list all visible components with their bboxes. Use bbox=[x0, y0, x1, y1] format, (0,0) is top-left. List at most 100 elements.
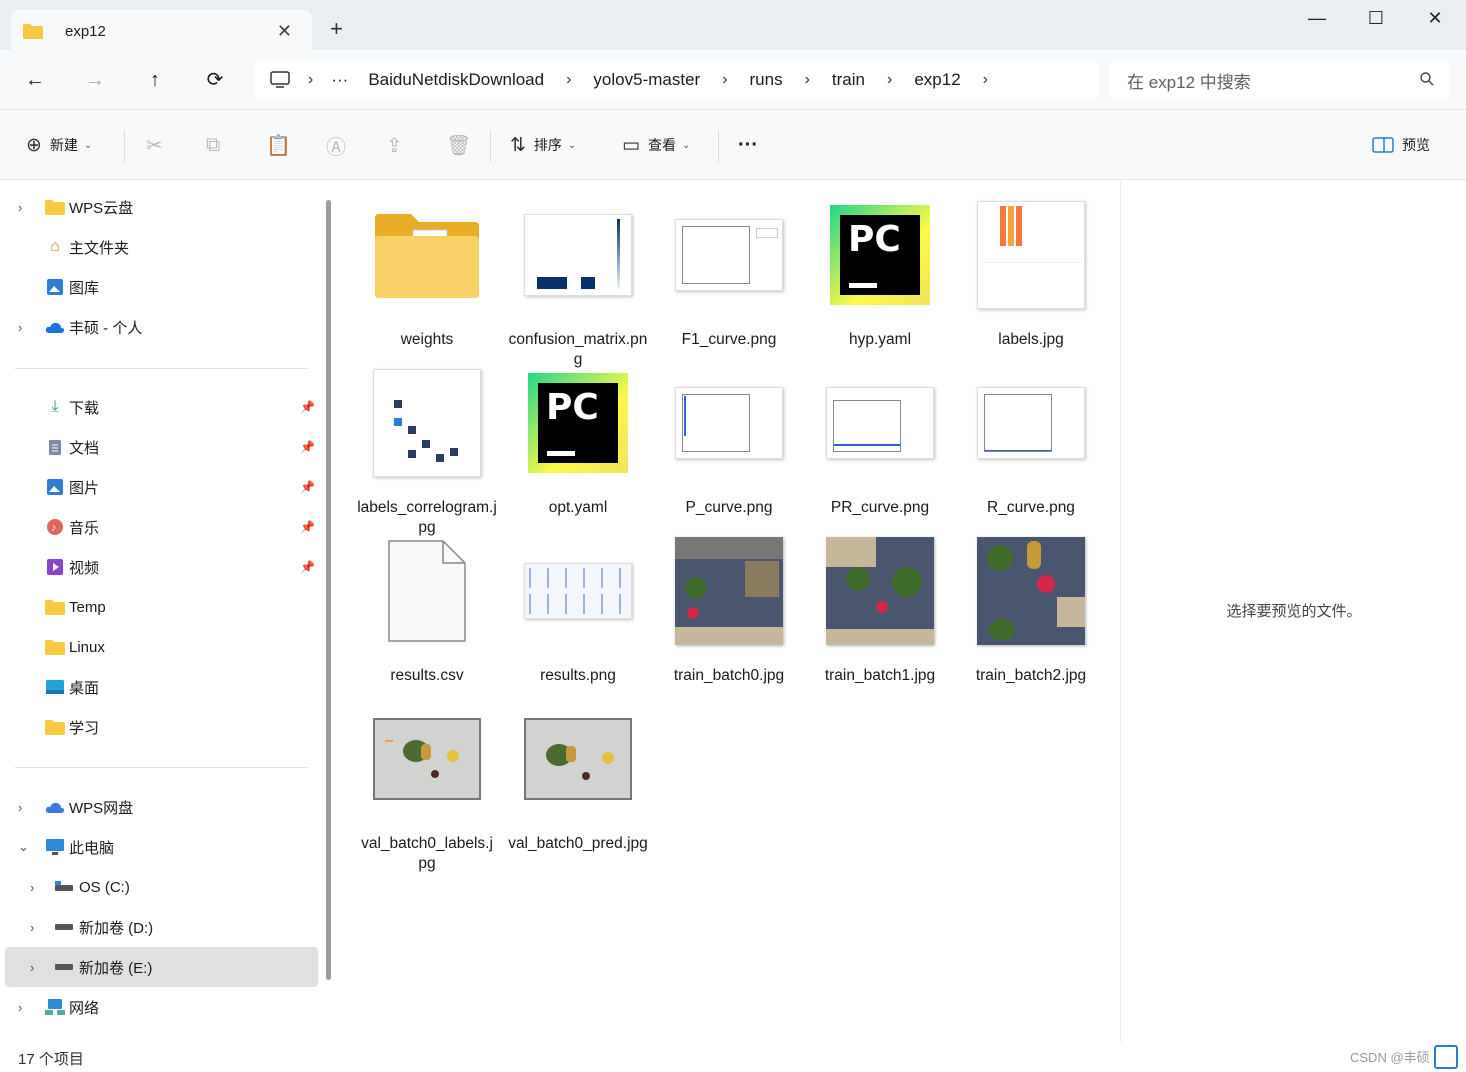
chevron-right-icon[interactable]: › bbox=[30, 880, 34, 895]
sidebar-item-this-pc[interactable]: ⌄ 此电脑 bbox=[0, 827, 318, 867]
breadcrumb-item[interactable]: BaiduNetdiskDownload bbox=[368, 70, 544, 90]
sidebar-item-drive-d[interactable]: › 新加卷 (D:) bbox=[0, 907, 318, 947]
sort-button[interactable]: ⇅ 排序 ⌄ bbox=[510, 110, 576, 180]
chevron-right-icon: › bbox=[982, 71, 988, 88]
sidebar-item-label: Linux bbox=[69, 638, 105, 656]
tab-close-icon[interactable]: ✕ bbox=[277, 21, 292, 42]
sidebar-item-label: 音乐 bbox=[69, 519, 100, 537]
breadcrumb-more[interactable]: ··· bbox=[331, 70, 348, 90]
tab-exp12[interactable]: exp12 ✕ bbox=[11, 10, 312, 52]
sidebar-scrollbar[interactable] bbox=[326, 200, 331, 980]
sidebar-item-onedrive[interactable]: › 丰硕 - 个人 bbox=[0, 307, 318, 347]
up-button[interactable]: ↑ bbox=[140, 67, 170, 93]
cloud-icon bbox=[44, 797, 66, 817]
breadcrumb-item[interactable]: runs bbox=[750, 70, 783, 90]
drive-icon bbox=[53, 957, 75, 977]
image-thumbnail bbox=[674, 536, 784, 646]
view-button[interactable]: ▭ 查看 ⌄ bbox=[622, 110, 690, 180]
pin-icon[interactable]: 📌 bbox=[300, 400, 315, 414]
sidebar-item-drive-c[interactable]: › OS (C:) bbox=[0, 867, 318, 907]
sidebar-item-label: 新加卷 (E:) bbox=[79, 959, 153, 977]
chevron-down-icon[interactable]: ⌄ bbox=[18, 839, 29, 855]
sidebar-item-network[interactable]: › 网络 bbox=[0, 987, 318, 1027]
close-button[interactable]: ✕ bbox=[1420, 8, 1450, 29]
sidebar-item-label: 下载 bbox=[69, 399, 100, 417]
preview-pane: 选择要预览的文件。 bbox=[1120, 180, 1466, 1042]
image-thumbnail bbox=[976, 200, 1086, 310]
sidebar-item-pictures[interactable]: 图片 📌 bbox=[0, 467, 318, 507]
sidebar-item-videos[interactable]: 视频 📌 bbox=[0, 547, 318, 587]
sort-label: 排序 bbox=[533, 137, 562, 153]
sidebar-item-drive-e[interactable]: › 新加卷 (E:) bbox=[5, 947, 318, 987]
chevron-right-icon[interactable]: › bbox=[18, 320, 22, 335]
new-button[interactable]: ⊕ 新建 ⌄ bbox=[26, 110, 92, 180]
delete-icon[interactable]: 🗑 bbox=[446, 133, 471, 158]
copy-icon[interactable]: ⧉ bbox=[206, 134, 220, 157]
watermark: CSDN @丰硕 bbox=[1350, 1050, 1430, 1065]
minimize-button[interactable]: — bbox=[1302, 8, 1332, 29]
divider bbox=[15, 767, 308, 768]
pin-icon[interactable]: 📌 bbox=[300, 520, 315, 534]
divider bbox=[718, 130, 719, 162]
title-bar: exp12 ✕ + — ☐ ✕ bbox=[0, 0, 1466, 52]
breadcrumb-item[interactable]: exp12 bbox=[914, 70, 960, 90]
tab-title: exp12 bbox=[65, 22, 106, 40]
chevron-right-icon[interactable]: › bbox=[18, 200, 22, 215]
sidebar-item-gallery[interactable]: 图库 bbox=[0, 267, 318, 307]
search-icon bbox=[1420, 72, 1434, 86]
sidebar-item-wps-drive[interactable]: › WPS网盘 bbox=[0, 787, 318, 827]
view-toggle-button[interactable] bbox=[1434, 1045, 1458, 1069]
new-tab-button[interactable]: + bbox=[330, 18, 343, 40]
paste-icon[interactable]: 📋 bbox=[266, 133, 291, 158]
new-label: 新建 bbox=[49, 137, 78, 153]
breadcrumb[interactable]: › ··· BaiduNetdiskDownload › yolov5-mast… bbox=[254, 60, 1099, 100]
chevron-right-icon: › bbox=[722, 71, 728, 88]
sidebar-item-label: 丰硕 - 个人 bbox=[69, 319, 143, 337]
sidebar-item-desktop[interactable]: 桌面 bbox=[0, 667, 318, 707]
more-button[interactable]: ··· bbox=[738, 110, 758, 180]
file-name: train_batch1.jpg bbox=[824, 667, 936, 684]
chevron-right-icon[interactable]: › bbox=[18, 1000, 22, 1015]
back-button[interactable]: ← bbox=[20, 67, 50, 93]
preview-button[interactable]: 预览 bbox=[1372, 110, 1430, 180]
sidebar-item-label: WPS网盘 bbox=[69, 799, 134, 817]
divider bbox=[124, 130, 125, 162]
sidebar-item-home[interactable]: ⌂ 主文件夹 bbox=[0, 227, 318, 267]
pycharm-icon: PC bbox=[523, 368, 633, 478]
view-icon: ▭ bbox=[622, 134, 640, 156]
sidebar-item-temp[interactable]: Temp bbox=[0, 587, 318, 627]
refresh-button[interactable]: ⟳ bbox=[200, 67, 230, 93]
cut-icon[interactable]: ✂ bbox=[146, 133, 163, 158]
pin-icon[interactable]: 📌 bbox=[300, 560, 315, 574]
sidebar-item-linux[interactable]: Linux bbox=[0, 627, 318, 667]
sidebar-item-study[interactable]: 学习 bbox=[0, 707, 318, 747]
file-name: labels_correlogram.jpg bbox=[357, 499, 497, 536]
sidebar-item-wps-cloud[interactable]: › WPS云盘 bbox=[0, 187, 318, 227]
chevron-down-icon: ⌄ bbox=[681, 139, 691, 151]
status-bar: 17 个项目 CSDN @丰硕 bbox=[0, 1042, 1466, 1072]
maximize-button[interactable]: ☐ bbox=[1361, 8, 1391, 29]
file-name: PR_curve.png bbox=[830, 499, 930, 516]
music-icon: ♪ bbox=[44, 517, 66, 537]
breadcrumb-item[interactable]: train bbox=[832, 70, 865, 90]
chevron-right-icon[interactable]: › bbox=[30, 960, 34, 975]
sidebar-item-label: OS (C:) bbox=[79, 878, 130, 896]
pin-icon[interactable]: 📌 bbox=[300, 480, 315, 494]
sidebar-item-music[interactable]: ♪ 音乐 📌 bbox=[0, 507, 318, 547]
forward-button[interactable]: → bbox=[80, 67, 110, 93]
folder-icon bbox=[44, 597, 66, 617]
video-icon bbox=[44, 557, 66, 577]
search-input[interactable]: 在 exp12 中搜索 bbox=[1109, 60, 1449, 100]
chevron-right-icon[interactable]: › bbox=[30, 920, 34, 935]
sidebar-item-label: WPS云盘 bbox=[69, 199, 134, 217]
pin-icon[interactable]: 📌 bbox=[300, 440, 315, 454]
sidebar-item-downloads[interactable]: ⤓ 下载 📌 bbox=[0, 387, 318, 427]
chevron-right-icon[interactable]: › bbox=[18, 800, 22, 815]
gallery-icon bbox=[44, 277, 66, 297]
rename-icon[interactable]: Ⓐ bbox=[326, 131, 346, 160]
share-icon[interactable]: ⇪ bbox=[386, 133, 403, 158]
sidebar-item-documents[interactable]: 文档 📌 bbox=[0, 427, 318, 467]
chevron-down-icon: ⌄ bbox=[567, 139, 577, 151]
breadcrumb-item[interactable]: yolov5-master bbox=[593, 70, 700, 90]
file-name: labels.jpg bbox=[998, 331, 1064, 348]
